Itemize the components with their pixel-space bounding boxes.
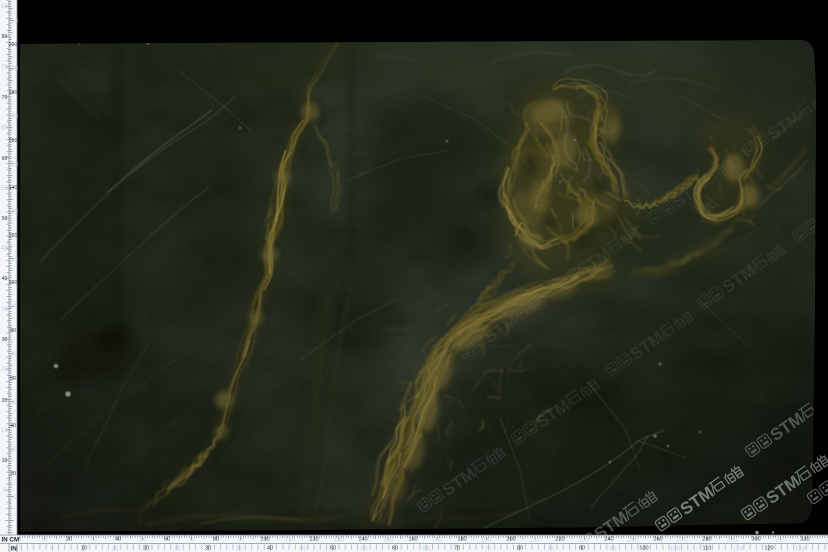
svg-text:25: 25 — [1, 366, 8, 373]
svg-text:140: 140 — [358, 537, 367, 543]
svg-text:110: 110 — [703, 545, 712, 551]
svg-text:210: 210 — [8, 18, 19, 25]
svg-text:50: 50 — [139, 537, 147, 544]
svg-text:60: 60 — [164, 537, 170, 543]
svg-text:85: 85 — [1, 3, 8, 10]
svg-text:40: 40 — [267, 545, 273, 551]
svg-text:100: 100 — [260, 537, 269, 543]
svg-text:50: 50 — [330, 545, 336, 551]
svg-text:230: 230 — [578, 537, 589, 544]
svg-text:85: 85 — [547, 545, 555, 552]
svg-text:150: 150 — [382, 537, 393, 544]
svg-text:10: 10 — [10, 494, 17, 501]
svg-text:90: 90 — [10, 303, 17, 310]
svg-text:140: 140 — [9, 185, 18, 191]
svg-text:70: 70 — [2, 95, 8, 101]
svg-text:65: 65 — [422, 545, 430, 552]
svg-text:35: 35 — [1, 306, 8, 313]
svg-text:75: 75 — [484, 545, 492, 552]
svg-text:180: 180 — [9, 90, 18, 96]
svg-text:75: 75 — [1, 64, 8, 71]
svg-text:80: 80 — [10, 328, 16, 334]
svg-text:290: 290 — [726, 537, 737, 544]
svg-text:IN: IN — [2, 537, 9, 544]
svg-text:310: 310 — [775, 537, 786, 544]
svg-text:150: 150 — [8, 161, 19, 168]
svg-text:30: 30 — [10, 446, 17, 453]
svg-text:60: 60 — [10, 376, 16, 382]
svg-text:10: 10 — [40, 537, 48, 544]
svg-text:80: 80 — [2, 34, 8, 40]
svg-text:60: 60 — [2, 156, 8, 162]
svg-text:10: 10 — [2, 458, 8, 464]
svg-text:100: 100 — [9, 280, 18, 286]
svg-text:105: 105 — [669, 545, 680, 552]
svg-text:240: 240 — [604, 537, 613, 543]
svg-text:125: 125 — [794, 545, 805, 552]
svg-text:220: 220 — [555, 537, 564, 543]
svg-text:60: 60 — [392, 545, 398, 551]
svg-text:35: 35 — [235, 545, 243, 552]
svg-text:120: 120 — [9, 233, 18, 239]
svg-text:120: 120 — [764, 545, 773, 551]
svg-text:90: 90 — [237, 537, 245, 544]
svg-text:210: 210 — [529, 537, 540, 544]
svg-text:200: 200 — [9, 42, 18, 48]
svg-text:40: 40 — [10, 423, 16, 429]
svg-text:190: 190 — [480, 537, 491, 544]
svg-text:70: 70 — [454, 545, 460, 551]
svg-text:20: 20 — [10, 471, 16, 477]
svg-text:90: 90 — [579, 545, 585, 551]
svg-text:30: 30 — [2, 337, 8, 343]
svg-text:50: 50 — [10, 399, 17, 406]
svg-text:20: 20 — [66, 537, 72, 543]
svg-text:70: 70 — [10, 351, 17, 358]
svg-text:170: 170 — [431, 537, 442, 544]
svg-text:160: 160 — [408, 537, 417, 543]
svg-text:50: 50 — [2, 216, 8, 222]
svg-text:55: 55 — [1, 185, 8, 192]
svg-text:130: 130 — [8, 208, 19, 215]
svg-text:100: 100 — [639, 545, 648, 551]
svg-text:95: 95 — [609, 545, 617, 552]
svg-text:110: 110 — [8, 256, 18, 263]
svg-text:10: 10 — [81, 545, 87, 551]
svg-text:260: 260 — [653, 537, 662, 543]
svg-text:CM: CM — [10, 537, 20, 544]
svg-text:30: 30 — [205, 545, 211, 551]
svg-text:170: 170 — [8, 113, 19, 120]
svg-text:15: 15 — [111, 545, 119, 552]
svg-text:5: 5 — [3, 487, 7, 494]
svg-text:80: 80 — [213, 537, 219, 543]
svg-text:180: 180 — [457, 537, 466, 543]
svg-text:120: 120 — [309, 537, 318, 543]
svg-text:5: 5 — [50, 545, 54, 552]
svg-text:130: 130 — [333, 537, 344, 544]
svg-text:40: 40 — [115, 537, 121, 543]
svg-text:80: 80 — [517, 545, 523, 551]
svg-text:115: 115 — [733, 545, 744, 552]
svg-text:IN: IN — [11, 546, 18, 552]
svg-text:20: 20 — [2, 398, 8, 404]
svg-text:300: 300 — [751, 537, 760, 543]
svg-text:200: 200 — [506, 537, 515, 543]
svg-text:55: 55 — [360, 545, 368, 552]
svg-text:15: 15 — [1, 427, 8, 434]
svg-text:20: 20 — [143, 545, 149, 551]
svg-text:30: 30 — [90, 537, 98, 544]
svg-text:280: 280 — [702, 537, 711, 543]
svg-text:40: 40 — [2, 276, 8, 282]
svg-text:250: 250 — [627, 537, 638, 544]
svg-text:45: 45 — [298, 545, 306, 552]
svg-text:110: 110 — [285, 537, 296, 544]
svg-text:65: 65 — [1, 124, 8, 131]
svg-text:190: 190 — [8, 65, 19, 72]
svg-text:320: 320 — [800, 537, 809, 543]
svg-text:25: 25 — [173, 545, 181, 552]
svg-text:160: 160 — [9, 138, 18, 144]
svg-text:270: 270 — [676, 537, 687, 544]
svg-text:45: 45 — [1, 245, 8, 252]
svg-text:70: 70 — [188, 537, 196, 544]
